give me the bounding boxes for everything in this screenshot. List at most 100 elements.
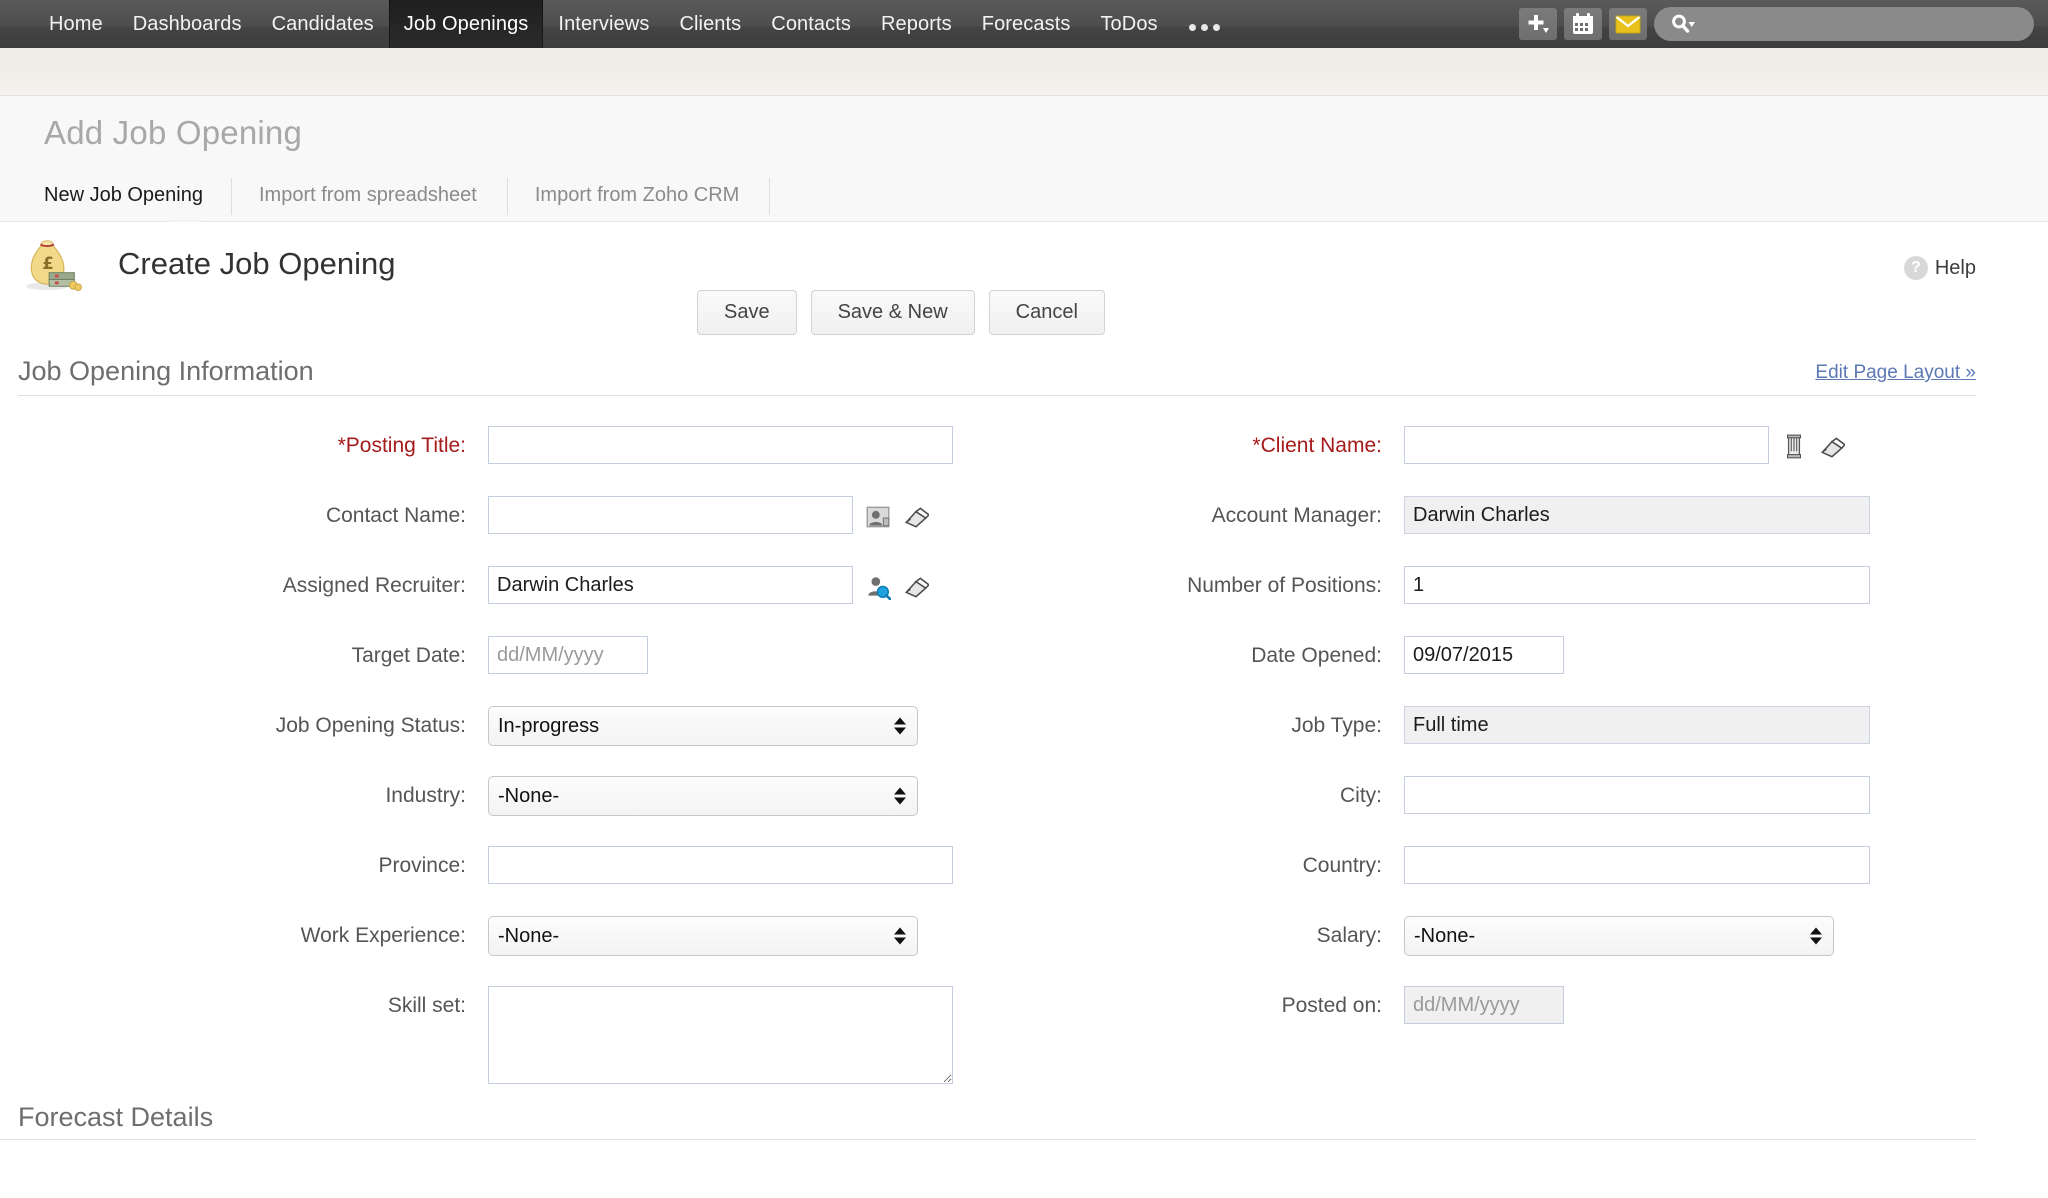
field-row-contact-name: Contact Name: (0, 488, 1024, 558)
country-input[interactable] (1404, 846, 1870, 884)
form-column-right: *Client Name: Account Manager: Darwin Ch… (1024, 418, 2048, 1084)
forecast-divider (0, 1139, 1976, 1140)
field-row-skill-set: Skill set: (0, 978, 1024, 1084)
city-input[interactable] (1404, 776, 1870, 814)
salary-select[interactable]: -None- (1404, 916, 1834, 956)
label-job-type: Job Type: (1291, 714, 1382, 737)
forecast-section-title: Forecast Details (18, 1102, 214, 1132)
eraser-icon[interactable] (903, 504, 929, 530)
label-industry: Industry: (385, 784, 466, 807)
nav-label: Contacts (771, 12, 852, 35)
nav-item-clients[interactable]: Clients (664, 0, 756, 48)
field-row-city: City: (1024, 768, 2048, 838)
field-row-industry: Industry: -None- (0, 768, 1024, 838)
page-header: Add Job Opening New Job Opening Import f… (0, 96, 2048, 236)
label-salary: Salary: (1316, 924, 1382, 947)
edit-page-layout-link[interactable]: Edit Page Layout » (1815, 362, 1976, 384)
tab-import-from-spreadsheet[interactable]: Import from spreadsheet (230, 172, 507, 221)
calendar-button[interactable] (1564, 8, 1602, 40)
eraser-icon[interactable] (1819, 434, 1845, 460)
section-title: Job Opening Information (18, 356, 314, 386)
cancel-button[interactable]: Cancel (988, 290, 1105, 335)
field-row-client-name: *Client Name: (1024, 418, 2048, 488)
tabs-wrapper: New Job Opening Import from spreadsheet … (44, 172, 2048, 236)
label-job-opening-status: Job Opening Status: (275, 714, 466, 737)
label-skill-set: Skill set: (387, 994, 466, 1017)
client-name-input[interactable] (1404, 426, 1769, 464)
form-column-left: *Posting Title: Contact Name: Assigned R… (0, 418, 1024, 1084)
client-lookup-icon[interactable] (1781, 434, 1807, 460)
svg-text:£: £ (42, 254, 53, 273)
assigned-recruiter-input[interactable] (488, 566, 853, 604)
nav-label: Reports (881, 12, 952, 35)
field-row-account-manager: Account Manager: Darwin Charles (1024, 488, 2048, 558)
nav-item-contacts[interactable]: Contacts (756, 0, 866, 48)
posting-title-input[interactable] (488, 426, 953, 464)
nav-label: Candidates (271, 12, 374, 35)
ellipsis-icon (1188, 18, 1220, 31)
nav-item-candidates[interactable]: Candidates (257, 0, 389, 48)
tab-new-job-opening[interactable]: New Job Opening (44, 172, 231, 221)
date-opened-input[interactable] (1404, 636, 1564, 674)
number-of-positions-input[interactable] (1404, 566, 1870, 604)
tab-import-from-zoho-crm[interactable]: Import from Zoho CRM (506, 172, 769, 221)
record-title: Create Job Opening (118, 246, 396, 281)
field-row-country: Country: (1024, 838, 2048, 908)
work-experience-select[interactable]: -None- (488, 916, 918, 956)
record-header: £ Create Job Opening ? Help Save Save & … (0, 222, 2048, 335)
job-type-value: Full time (1404, 706, 1870, 744)
save-and-new-button[interactable]: Save & New (810, 290, 975, 335)
job-opening-status-select[interactable]: In-progress (488, 706, 918, 746)
tab-spacer (769, 172, 833, 221)
label-posted-on: Posted on: (1281, 994, 1382, 1017)
envelope-icon (1615, 15, 1641, 33)
nav-label: Home (49, 12, 103, 35)
nav-item-reports[interactable]: Reports (866, 0, 967, 48)
job-opening-form: *Posting Title: Contact Name: Assigned R… (0, 396, 2048, 1084)
posted-on-input[interactable] (1404, 986, 1564, 1024)
search-input[interactable] (1654, 7, 2034, 41)
nav-item-job-openings[interactable]: Job Openings (388, 0, 544, 48)
tab-bar: New Job Opening Import from spreadsheet … (44, 172, 2048, 221)
label-province: Province: (378, 854, 466, 877)
nav-label: Clients (679, 12, 742, 35)
contact-name-input[interactable] (488, 496, 853, 534)
help-link[interactable]: ? Help (1903, 256, 1976, 280)
contact-lookup-icon[interactable] (865, 504, 891, 530)
plus-dropdown-icon (1528, 15, 1549, 33)
field-row-posting-title: *Posting Title: (0, 418, 1024, 488)
label-assigned-recruiter: Assigned Recruiter: (282, 574, 466, 597)
label-date-opened: Date Opened: (1251, 644, 1382, 667)
target-date-input[interactable] (488, 636, 648, 674)
save-button[interactable]: Save (697, 290, 797, 335)
field-row-date-opened: Date Opened: (1024, 628, 2048, 698)
nav-label: Job Openings (403, 12, 529, 35)
label-work-experience: Work Experience: (300, 924, 466, 947)
nav-item-interviews[interactable]: Interviews (543, 0, 664, 48)
skill-set-textarea[interactable] (488, 986, 953, 1084)
label-target-date: Target Date: (351, 644, 466, 667)
eraser-icon[interactable] (903, 574, 929, 600)
label-client-name: *Client Name: (1252, 434, 1382, 457)
field-row-province: Province: (0, 838, 1024, 908)
label-account-manager: Account Manager: (1211, 504, 1382, 527)
search-dropdown-icon (1672, 14, 1695, 33)
nav-item-forecasts[interactable]: Forecasts (967, 0, 1086, 48)
nav-more-button[interactable] (1173, 0, 1236, 48)
nav-label: Dashboards (132, 12, 242, 35)
nav-items: Home Dashboards Candidates Job Openings … (34, 0, 1236, 48)
add-dropdown-button[interactable] (1519, 8, 1557, 40)
help-label: Help (1934, 256, 1976, 279)
label-posting-title: *Posting Title: (337, 434, 466, 457)
mail-button[interactable] (1609, 8, 1647, 40)
field-row-job-type: Job Type: Full time (1024, 698, 2048, 768)
user-search-icon[interactable] (865, 574, 891, 600)
field-row-posted-on: Posted on: (1024, 978, 2048, 1048)
province-input[interactable] (488, 846, 953, 884)
tab-label: Import from Zoho CRM (534, 184, 740, 206)
nav-item-dashboards[interactable]: Dashboards (118, 0, 257, 48)
nav-item-todos[interactable]: ToDos (1085, 0, 1172, 48)
nav-item-home[interactable]: Home (34, 0, 118, 48)
industry-select[interactable]: -None- (488, 776, 918, 816)
account-manager-value: Darwin Charles (1404, 496, 1870, 534)
